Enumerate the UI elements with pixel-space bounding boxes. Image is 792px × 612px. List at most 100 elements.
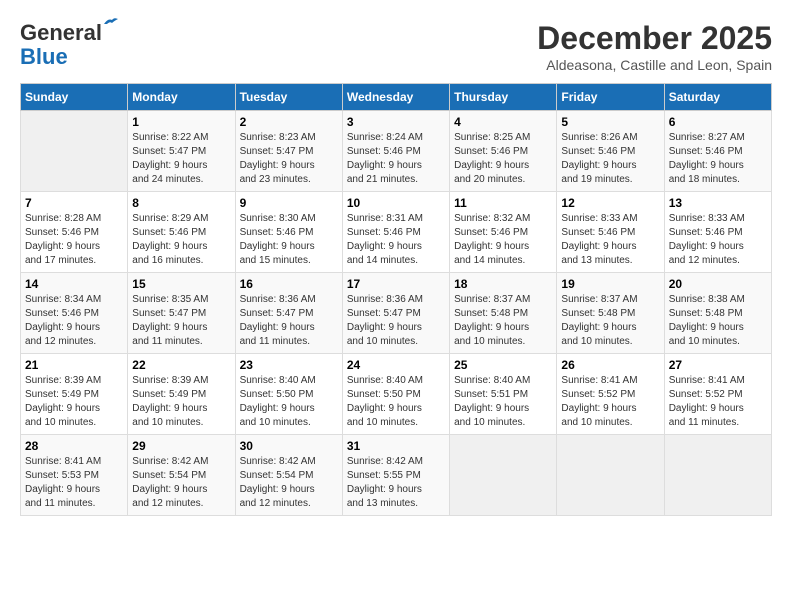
day-number: 19 — [561, 277, 659, 291]
calendar-cell: 22Sunrise: 8:39 AM Sunset: 5:49 PM Dayli… — [128, 354, 235, 435]
calendar-cell: 15 Sunrise: 8:35 AM Sunset: 5:47 PM Dayli… — [128, 273, 235, 354]
day-info: Sunrise: 8:37 AM Sunset: 5:48 PM Dayligh… — [454, 293, 552, 349]
day-info: Sunrise: 8:23 AM Sunset: 5:47 PM Dayligh… — [240, 131, 338, 187]
day-info: Sunrise: 8:34 AM Sunset: 5:46 PM Dayligh… — [25, 293, 123, 349]
calendar-cell: 10 Sunrise: 8:31 AM Sunset: 5:46 PM Dayli… — [342, 192, 449, 273]
column-header-friday: Friday — [557, 84, 664, 111]
title-section: December 2025 Aldeasona, Castille and Le… — [537, 20, 772, 73]
month-title: December 2025 — [537, 20, 772, 57]
day-info: Sunrise: 8:22 AM Sunset: 5:47 PM Dayligh… — [132, 131, 230, 187]
day-info: Sunrise: 8:27 AM Sunset: 5:46 PM Dayligh… — [669, 131, 767, 187]
day-number: 30 — [240, 439, 338, 453]
calendar-cell: 5Sunrise: 8:26 AM Sunset: 5:46 PM Daylig… — [557, 111, 664, 192]
calendar-cell: 11Sunrise: 8:32 AM Sunset: 5:46 PM Dayli… — [450, 192, 557, 273]
day-info: Sunrise: 8:39 AM Sunset: 5:49 PM Dayligh… — [25, 374, 123, 430]
calendar-cell: 26Sunrise: 8:41 AM Sunset: 5:52 PM Dayli… — [557, 354, 664, 435]
day-info: Sunrise: 8:33 AM Sunset: 5:46 PM Dayligh… — [561, 212, 659, 268]
calendar-cell: 31 Sunrise: 8:42 AM Sunset: 5:55 PM Dayli… — [342, 435, 449, 516]
day-number: 21 — [25, 358, 123, 372]
column-header-monday: Monday — [128, 84, 235, 111]
day-info: Sunrise: 8:42 AM Sunset: 5:54 PM Dayligh… — [132, 455, 230, 511]
day-info: Sunrise: 8:37 AM Sunset: 5:48 PM Dayligh… — [561, 293, 659, 349]
day-number: 31 — [347, 439, 445, 453]
column-header-wednesday: Wednesday — [342, 84, 449, 111]
day-number: 13 — [669, 196, 767, 210]
day-info: Sunrise: 8:24 AM Sunset: 5:46 PM Dayligh… — [347, 131, 445, 187]
calendar-week-3: 14 Sunrise: 8:34 AM Sunset: 5:46 PM Dayli… — [21, 273, 772, 354]
day-number: 9 — [240, 196, 338, 210]
calendar-cell: 16Sunrise: 8:36 AM Sunset: 5:47 PM Dayli… — [235, 273, 342, 354]
calendar-cell: 27 Sunrise: 8:41 AM Sunset: 5:52 PM Dayli… — [664, 354, 771, 435]
calendar-cell: 21 Sunrise: 8:39 AM Sunset: 5:49 PM Dayli… — [21, 354, 128, 435]
day-info: Sunrise: 8:25 AM Sunset: 5:46 PM Dayligh… — [454, 131, 552, 187]
day-number: 14 — [25, 277, 123, 291]
calendar-week-4: 21 Sunrise: 8:39 AM Sunset: 5:49 PM Dayli… — [21, 354, 772, 435]
calendar-week-1: 1 Sunrise: 8:22 AM Sunset: 5:47 PM Daylig… — [21, 111, 772, 192]
calendar-cell — [21, 111, 128, 192]
day-number: 16 — [240, 277, 338, 291]
day-number: 3 — [347, 115, 445, 129]
day-number: 27 — [669, 358, 767, 372]
day-number: 8 — [132, 196, 230, 210]
day-number: 18 — [454, 277, 552, 291]
day-number: 12 — [561, 196, 659, 210]
day-info: Sunrise: 8:31 AM Sunset: 5:46 PM Dayligh… — [347, 212, 445, 268]
day-info: Sunrise: 8:40 AM Sunset: 5:50 PM Dayligh… — [347, 374, 445, 430]
day-info: Sunrise: 8:41 AM Sunset: 5:52 PM Dayligh… — [669, 374, 767, 430]
day-number: 26 — [561, 358, 659, 372]
calendar-cell: 8 Sunrise: 8:29 AM Sunset: 5:46 PM Daylig… — [128, 192, 235, 273]
location-subtitle: Aldeasona, Castille and Leon, Spain — [537, 57, 772, 73]
day-number: 10 — [347, 196, 445, 210]
calendar-cell: 20 Sunrise: 8:38 AM Sunset: 5:48 PM Dayli… — [664, 273, 771, 354]
calendar-cell — [557, 435, 664, 516]
day-info: Sunrise: 8:35 AM Sunset: 5:47 PM Dayligh… — [132, 293, 230, 349]
day-info: Sunrise: 8:38 AM Sunset: 5:48 PM Dayligh… — [669, 293, 767, 349]
logo-general: General — [20, 20, 102, 45]
logo-blue: Blue — [20, 44, 68, 70]
day-info: Sunrise: 8:42 AM Sunset: 5:55 PM Dayligh… — [347, 455, 445, 511]
calendar-week-5: 28 Sunrise: 8:41 AM Sunset: 5:53 PM Dayli… — [21, 435, 772, 516]
calendar-cell: 19 Sunrise: 8:37 AM Sunset: 5:48 PM Dayli… — [557, 273, 664, 354]
calendar-cell — [450, 435, 557, 516]
calendar-cell: 28 Sunrise: 8:41 AM Sunset: 5:53 PM Dayli… — [21, 435, 128, 516]
calendar-cell: 2 Sunrise: 8:23 AM Sunset: 5:47 PM Daylig… — [235, 111, 342, 192]
day-info: Sunrise: 8:40 AM Sunset: 5:50 PM Dayligh… — [240, 374, 338, 430]
column-header-thursday: Thursday — [450, 84, 557, 111]
logo: General Blue — [20, 20, 102, 70]
calendar-cell: 9 Sunrise: 8:30 AM Sunset: 5:46 PM Daylig… — [235, 192, 342, 273]
day-number: 7 — [25, 196, 123, 210]
calendar-cell: 12 Sunrise: 8:33 AM Sunset: 5:46 PM Dayli… — [557, 192, 664, 273]
day-number: 4 — [454, 115, 552, 129]
day-number: 2 — [240, 115, 338, 129]
day-info: Sunrise: 8:28 AM Sunset: 5:46 PM Dayligh… — [25, 212, 123, 268]
calendar-cell: 24Sunrise: 8:40 AM Sunset: 5:50 PM Dayli… — [342, 354, 449, 435]
day-number: 17 — [347, 277, 445, 291]
calendar-cell: 25Sunrise: 8:40 AM Sunset: 5:51 PM Dayli… — [450, 354, 557, 435]
day-number: 5 — [561, 115, 659, 129]
day-number: 28 — [25, 439, 123, 453]
day-info: Sunrise: 8:39 AM Sunset: 5:49 PM Dayligh… — [132, 374, 230, 430]
day-number: 20 — [669, 277, 767, 291]
day-info: Sunrise: 8:36 AM Sunset: 5:47 PM Dayligh… — [347, 293, 445, 349]
day-number: 15 — [132, 277, 230, 291]
calendar-cell: 6 Sunrise: 8:27 AM Sunset: 5:46 PM Daylig… — [664, 111, 771, 192]
day-info: Sunrise: 8:41 AM Sunset: 5:53 PM Dayligh… — [25, 455, 123, 511]
calendar-cell: 13Sunrise: 8:33 AM Sunset: 5:46 PM Dayli… — [664, 192, 771, 273]
day-info: Sunrise: 8:32 AM Sunset: 5:46 PM Dayligh… — [454, 212, 552, 268]
day-info: Sunrise: 8:40 AM Sunset: 5:51 PM Dayligh… — [454, 374, 552, 430]
calendar-cell: 14 Sunrise: 8:34 AM Sunset: 5:46 PM Dayli… — [21, 273, 128, 354]
day-number: 23 — [240, 358, 338, 372]
calendar-cell: 29Sunrise: 8:42 AM Sunset: 5:54 PM Dayli… — [128, 435, 235, 516]
day-number: 1 — [132, 115, 230, 129]
calendar-week-2: 7 Sunrise: 8:28 AM Sunset: 5:46 PM Daylig… — [21, 192, 772, 273]
day-info: Sunrise: 8:29 AM Sunset: 5:46 PM Dayligh… — [132, 212, 230, 268]
logo-bird-icon — [102, 16, 120, 30]
column-header-saturday: Saturday — [664, 84, 771, 111]
column-header-sunday: Sunday — [21, 84, 128, 111]
day-info: Sunrise: 8:30 AM Sunset: 5:46 PM Dayligh… — [240, 212, 338, 268]
day-number: 6 — [669, 115, 767, 129]
calendar-cell: 7 Sunrise: 8:28 AM Sunset: 5:46 PM Daylig… — [21, 192, 128, 273]
calendar-cell: 23 Sunrise: 8:40 AM Sunset: 5:50 PM Dayli… — [235, 354, 342, 435]
calendar-cell: 3 Sunrise: 8:24 AM Sunset: 5:46 PM Daylig… — [342, 111, 449, 192]
page-header: General Blue December 2025 Aldeasona, Ca… — [20, 20, 772, 73]
